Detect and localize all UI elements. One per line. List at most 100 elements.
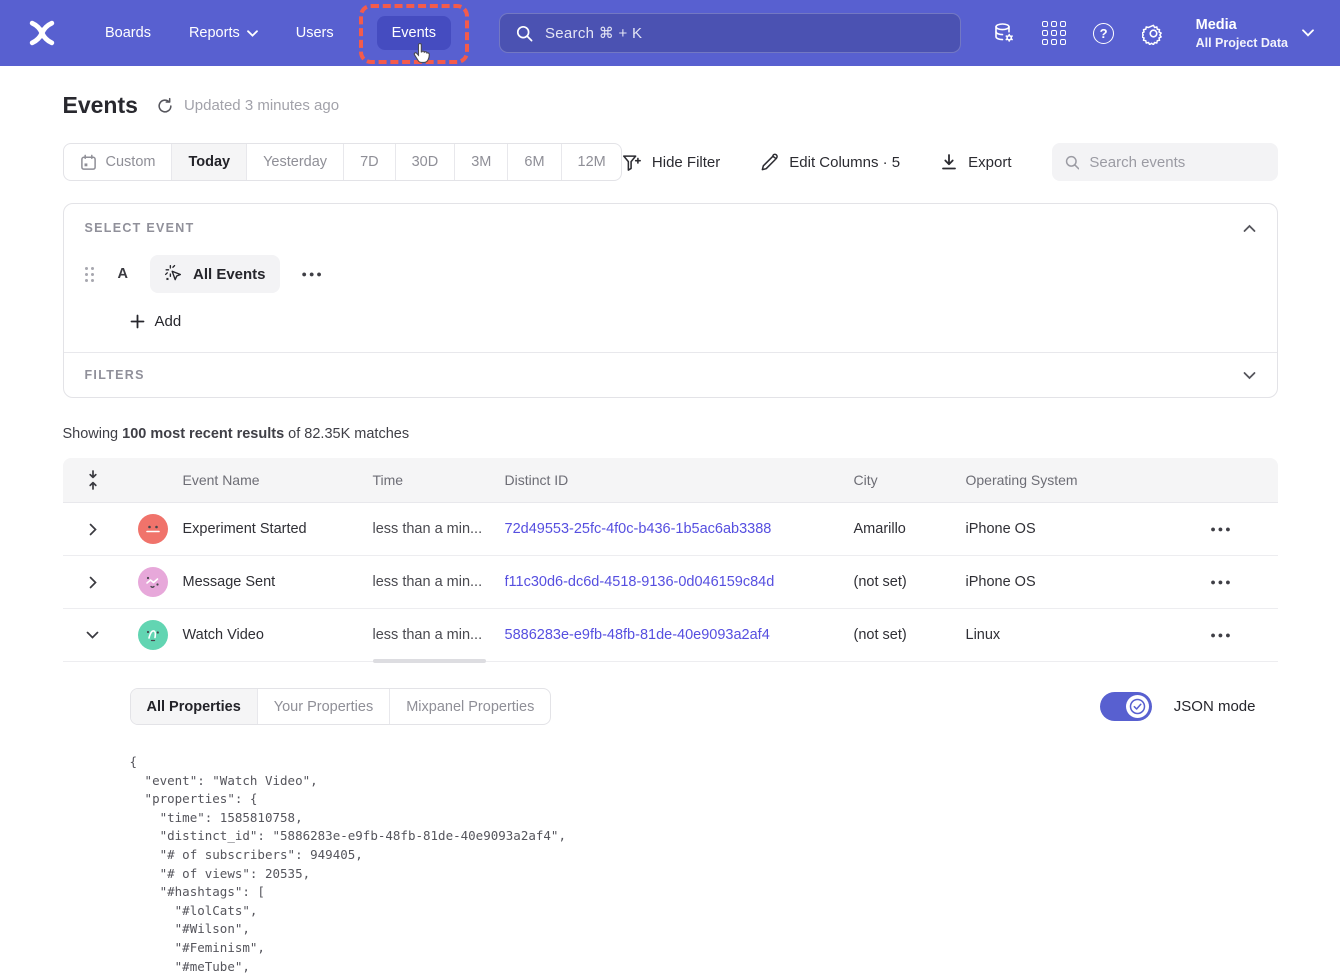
date-range-7d[interactable]: 7D bbox=[344, 144, 396, 180]
event-avatar bbox=[138, 567, 168, 597]
settings-button[interactable] bbox=[1134, 13, 1174, 53]
event-row-letter: A bbox=[118, 266, 128, 282]
hide-filter-button[interactable]: Hide Filter bbox=[622, 153, 720, 172]
help-button[interactable]: ? bbox=[1084, 13, 1124, 53]
date-range-label: 12M bbox=[578, 154, 606, 170]
add-label: Add bbox=[155, 313, 182, 330]
event-more-button[interactable]: ●●● bbox=[294, 263, 332, 285]
chevron-down-icon bbox=[1302, 29, 1314, 37]
tab-your-properties[interactable]: Your Properties bbox=[258, 689, 390, 724]
cell-distinct-id-link[interactable]: f11c30d6-dc6d-4518-9136-0d046159c84d bbox=[505, 574, 854, 590]
summary-count: 100 most recent results bbox=[122, 426, 284, 442]
row-more-button[interactable]: ●●● bbox=[1202, 571, 1240, 593]
data-management-button[interactable] bbox=[984, 13, 1024, 53]
date-range-30d[interactable]: 30D bbox=[396, 144, 456, 180]
date-range-label: Custom bbox=[106, 154, 156, 170]
download-icon bbox=[940, 153, 958, 171]
column-header-time[interactable]: Time bbox=[373, 472, 505, 488]
select-event-label: SELECT EVENT bbox=[85, 221, 195, 235]
search-events-input[interactable] bbox=[1089, 154, 1264, 171]
edit-columns-label: Edit Columns · 5 bbox=[789, 154, 900, 171]
filters-section-toggle[interactable]: FILTERS bbox=[64, 352, 1277, 397]
cell-city: Amarillo bbox=[854, 521, 966, 537]
event-pill-label: All Events bbox=[193, 266, 266, 283]
search-events-field[interactable] bbox=[1052, 143, 1278, 181]
updated-status: Updated 3 minutes ago bbox=[156, 97, 339, 115]
column-header-event-name[interactable]: Event Name bbox=[183, 472, 373, 488]
date-range-3m[interactable]: 3M bbox=[455, 144, 508, 180]
date-range-label: 3M bbox=[471, 154, 491, 170]
chevron-right-icon[interactable] bbox=[89, 523, 97, 536]
date-range-today[interactable]: Today bbox=[172, 144, 247, 180]
global-search-input[interactable]: Search ⌘ + K bbox=[499, 13, 961, 53]
properties-tabs: All Properties Your Properties Mixpanel … bbox=[130, 688, 552, 725]
export-button[interactable]: Export bbox=[940, 153, 1011, 171]
cell-os: Linux bbox=[966, 627, 1166, 643]
event-selector-pill[interactable]: All Events bbox=[150, 255, 280, 293]
column-header-city[interactable]: City bbox=[854, 472, 966, 488]
calendar-icon bbox=[80, 154, 97, 171]
event-avatar bbox=[138, 620, 168, 650]
nav-item-label: Users bbox=[296, 25, 334, 41]
event-json-code: { "event": "Watch Video", "properties": … bbox=[130, 753, 1256, 974]
table-row-expanded[interactable]: Watch Video less than a min... 5886283e-… bbox=[63, 609, 1278, 662]
top-navbar: Boards Reports Users Events Search ⌘ + K bbox=[0, 0, 1340, 66]
chevron-up-icon[interactable] bbox=[1243, 224, 1256, 233]
nav-item-reports[interactable]: Reports bbox=[174, 16, 273, 50]
filter-plus-icon bbox=[622, 153, 642, 172]
cell-event-name: Watch Video bbox=[183, 627, 373, 643]
row-more-button[interactable]: ●●● bbox=[1202, 518, 1240, 540]
filters-label: FILTERS bbox=[85, 368, 145, 382]
row-more-button[interactable]: ●●● bbox=[1202, 624, 1240, 646]
collapse-rows-icon[interactable] bbox=[86, 469, 100, 491]
json-mode-label: JSON mode bbox=[1174, 698, 1256, 715]
primary-nav: Boards Reports Users Events bbox=[90, 16, 479, 50]
chevron-down-icon bbox=[247, 30, 258, 37]
hide-filter-label: Hide Filter bbox=[652, 154, 720, 171]
column-header-os[interactable]: Operating System bbox=[966, 472, 1166, 488]
nav-item-boards[interactable]: Boards bbox=[90, 16, 166, 50]
chevron-right-icon[interactable] bbox=[89, 576, 97, 589]
tab-all-properties[interactable]: All Properties bbox=[131, 689, 258, 724]
gear-icon bbox=[1142, 22, 1165, 45]
project-switcher[interactable]: Media All Project Data bbox=[1196, 16, 1314, 50]
drag-handle-icon[interactable] bbox=[85, 267, 94, 282]
date-range-12m[interactable]: 12M bbox=[562, 144, 622, 180]
cell-distinct-id-link[interactable]: 5886283e-e9fb-48fb-81de-40e9093a2af4 bbox=[505, 627, 854, 643]
cell-time: less than a min... bbox=[373, 521, 505, 537]
edit-columns-button[interactable]: Edit Columns · 5 bbox=[760, 153, 900, 172]
project-scope: All Project Data bbox=[1196, 36, 1288, 50]
export-label: Export bbox=[968, 154, 1011, 171]
table-row[interactable]: Experiment Started less than a min... 72… bbox=[63, 503, 1278, 556]
json-mode-toggle[interactable] bbox=[1100, 692, 1152, 721]
database-gear-icon bbox=[992, 21, 1016, 45]
plus-icon bbox=[130, 314, 145, 329]
cell-time: less than a min... bbox=[373, 574, 505, 590]
column-header-distinct-id[interactable]: Distinct ID bbox=[505, 472, 854, 488]
cell-distinct-id-link[interactable]: 72d49553-25fc-4f0c-b436-1b5ac6ab3388 bbox=[505, 521, 854, 537]
tab-label: Mixpanel Properties bbox=[406, 699, 534, 715]
nav-item-label: Boards bbox=[105, 25, 151, 41]
tab-mixpanel-properties[interactable]: Mixpanel Properties bbox=[390, 689, 550, 724]
mixpanel-logo-icon[interactable] bbox=[20, 11, 64, 55]
apps-grid-button[interactable] bbox=[1034, 13, 1074, 53]
add-event-button[interactable]: Add bbox=[130, 313, 1256, 330]
horizontal-scrollbar-thumb[interactable] bbox=[373, 659, 486, 663]
nav-item-users[interactable]: Users bbox=[281, 16, 349, 50]
table-header-row: Event Name Time Distinct ID City Operati… bbox=[63, 458, 1278, 503]
date-range-yesterday[interactable]: Yesterday bbox=[247, 144, 344, 180]
date-range-6m[interactable]: 6M bbox=[508, 144, 561, 180]
cell-time: less than a min... bbox=[373, 627, 505, 643]
table-row[interactable]: Message Sent less than a min... f11c30d6… bbox=[63, 556, 1278, 609]
page-title: Events bbox=[63, 92, 138, 119]
help-question-icon: ? bbox=[1093, 23, 1114, 44]
cell-city: (not set) bbox=[854, 574, 966, 590]
search-icon bbox=[516, 25, 533, 42]
results-summary: Showing 100 most recent results of 82.35… bbox=[63, 426, 1278, 442]
check-icon bbox=[1129, 698, 1146, 715]
date-range-custom[interactable]: Custom bbox=[64, 144, 173, 180]
chevron-down-icon[interactable] bbox=[86, 631, 99, 639]
refresh-icon[interactable] bbox=[156, 97, 174, 115]
event-avatar bbox=[138, 514, 168, 544]
pencil-icon bbox=[760, 153, 779, 172]
